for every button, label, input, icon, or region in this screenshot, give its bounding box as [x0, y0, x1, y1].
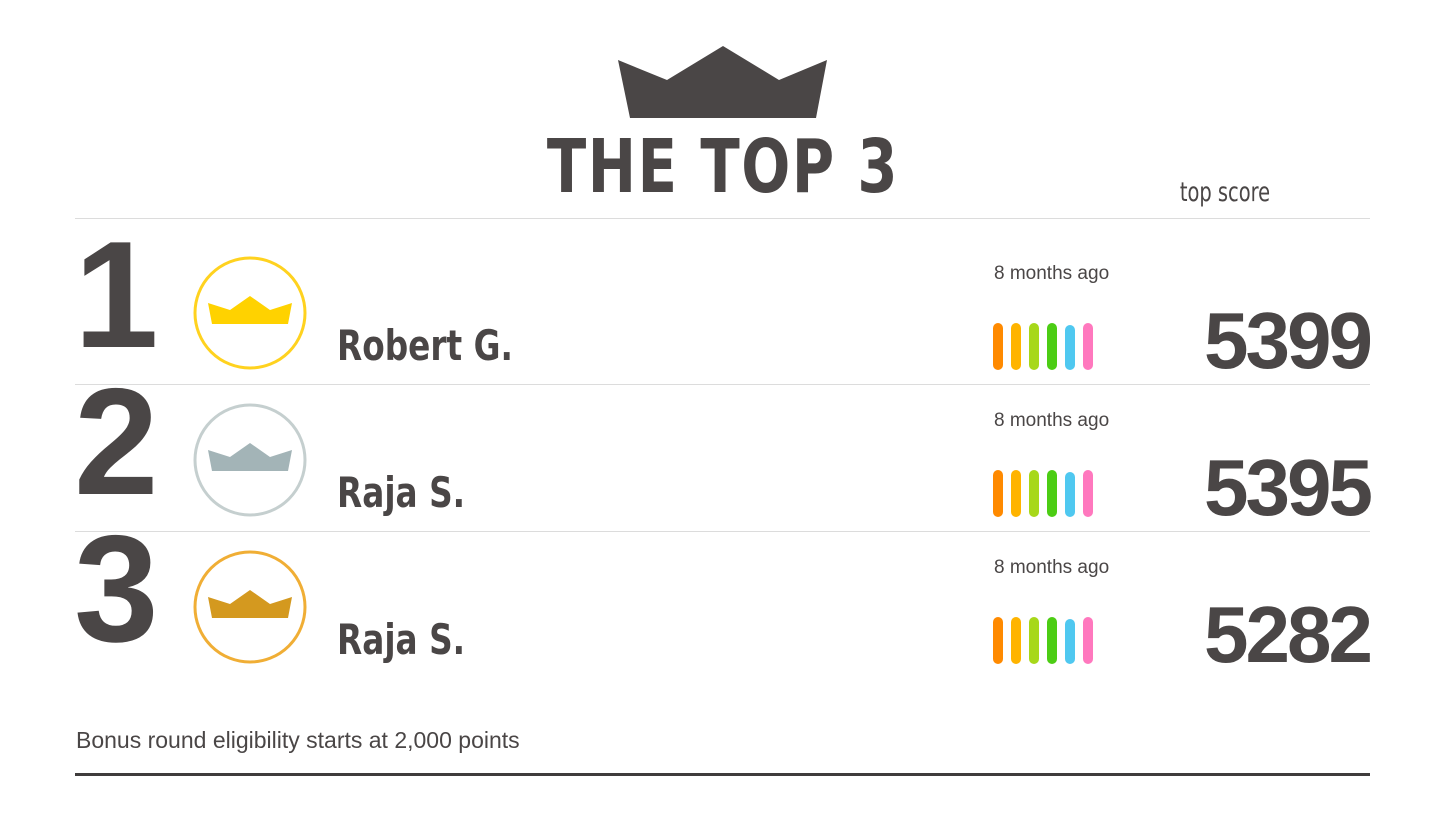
color-bar: [1029, 470, 1039, 517]
color-bar: [1083, 323, 1093, 370]
color-bar: [1047, 470, 1057, 517]
color-bar: [993, 323, 1003, 370]
color-bar: [1065, 472, 1075, 517]
player-name: Raja S.: [337, 615, 466, 664]
color-bar: [1047, 323, 1057, 370]
crown-badge-icon: [193, 403, 307, 517]
page-title: THE TOP 3: [546, 124, 900, 210]
top-score-value: 5282: [1204, 590, 1373, 679]
color-bar: [993, 617, 1003, 664]
player-name: Robert G.: [337, 321, 513, 370]
top-score-column-header: top score: [1179, 177, 1271, 208]
color-bars: [993, 323, 1097, 371]
leaderboard-row: 3 Raja S. 8 months ago 5282: [0, 504, 1446, 675]
color-bar: [993, 470, 1003, 517]
color-bar: [1029, 617, 1039, 664]
player-name: Raja S.: [337, 468, 466, 517]
crown-icon: [208, 590, 292, 618]
crown-badge-icon: [193, 256, 307, 370]
color-bar: [1083, 470, 1093, 517]
color-bars: [993, 470, 1097, 518]
score-timestamp: 8 months ago: [994, 263, 1110, 284]
rank-number: 3: [74, 504, 159, 674]
crown-icon: [208, 296, 292, 324]
crown-badge-icon: [193, 550, 307, 664]
color-bar: [1011, 323, 1021, 370]
leaderboard-row: 1 Robert G. 8 months ago 5399: [0, 210, 1446, 381]
bottom-rule: [75, 773, 1370, 776]
color-bar: [1065, 325, 1075, 370]
leaderboard-row: 2 Raja S. 8 months ago 5395: [0, 357, 1446, 528]
bonus-eligibility-note: Bonus round eligibility starts at 2,000 …: [76, 727, 520, 753]
rank-number: 2: [74, 357, 159, 527]
crown-logo-shape: [618, 46, 827, 118]
rank-number: 1: [74, 210, 159, 380]
color-bar: [1083, 617, 1093, 664]
crown-icon: [618, 46, 827, 118]
crown-icon: [208, 443, 292, 471]
color-bar: [1011, 470, 1021, 517]
color-bars: [993, 617, 1097, 665]
color-bar: [1011, 617, 1021, 664]
color-bar: [1065, 619, 1075, 664]
color-bar: [1047, 617, 1057, 664]
score-timestamp: 8 months ago: [994, 410, 1110, 431]
score-timestamp: 8 months ago: [994, 557, 1110, 578]
color-bar: [1029, 323, 1039, 370]
